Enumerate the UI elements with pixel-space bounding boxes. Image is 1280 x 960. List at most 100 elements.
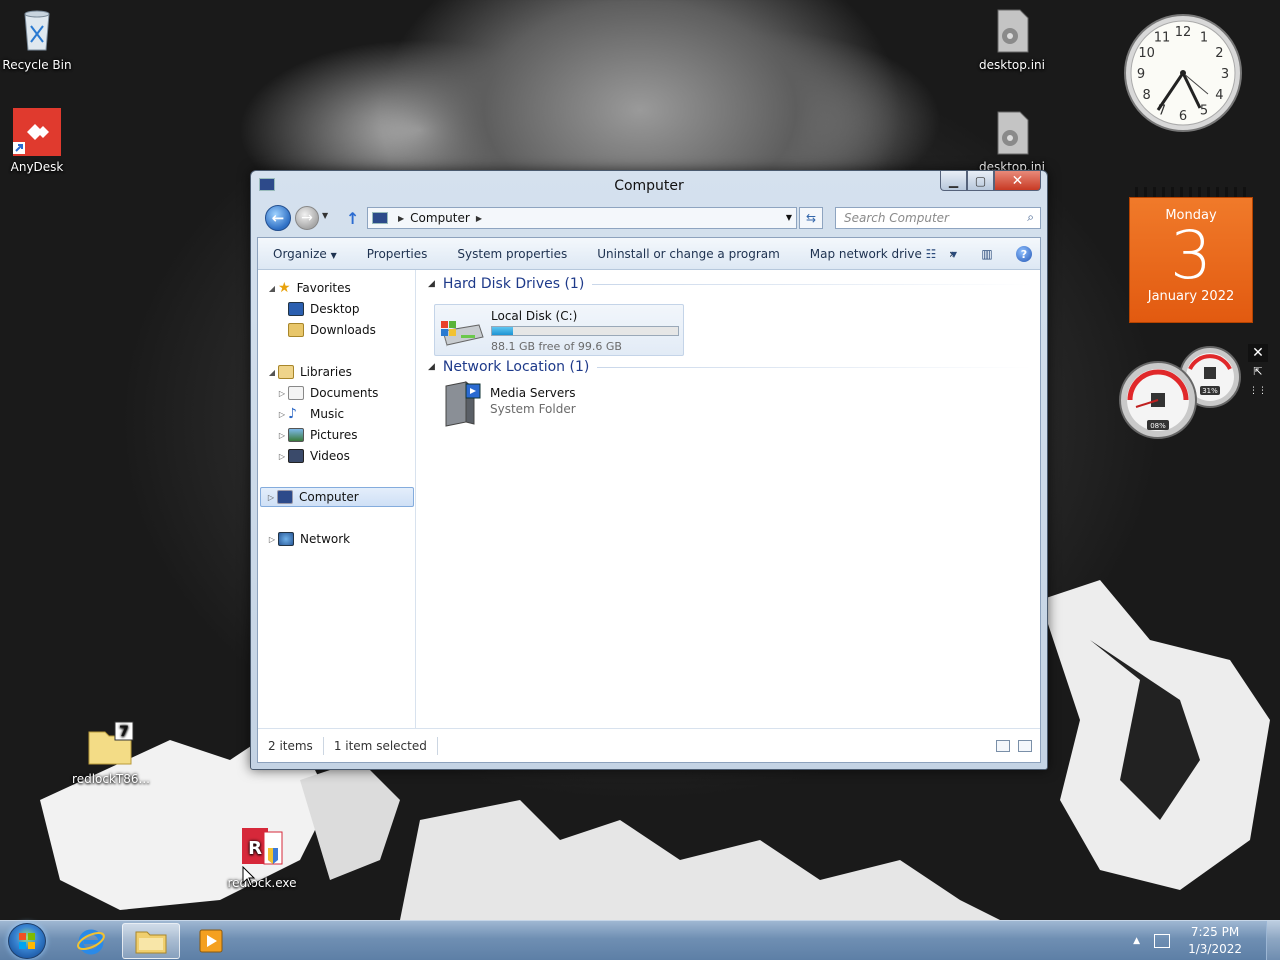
clock-numeral: 3 — [1221, 67, 1229, 82]
group-header-network-location[interactable]: ◢ Network Location (1) — [428, 359, 1032, 375]
calendar-month-year: January 2022 — [1147, 289, 1235, 304]
taskbar-internet-explorer[interactable] — [62, 923, 120, 959]
folder-icon — [135, 931, 167, 954]
tree-item-network[interactable]: ▷ Network — [266, 529, 350, 549]
file-list-pane: ◢ Hard Disk Drives (1) Local Disk (C:) 8… — [424, 270, 1040, 730]
status-item-count: 2 items — [258, 736, 324, 755]
large-icons-view-icon[interactable] — [1018, 740, 1032, 752]
settings-file-icon — [988, 6, 1036, 54]
desktop-icon-label: AnyDesk — [10, 160, 64, 174]
gadget-drag-handle-icon[interactable]: ⋮⋮ — [1248, 382, 1268, 400]
desktop-icon-desktop-ini-2[interactable]: desktop.ini — [972, 108, 1052, 170]
collapse-arrow-icon[interactable]: ▷ — [276, 452, 288, 461]
star-icon: ★ — [278, 280, 291, 296]
expand-arrow-icon[interactable]: ◢ — [266, 284, 278, 293]
internet-explorer-icon — [77, 929, 105, 955]
clock-numeral: 10 — [1138, 46, 1155, 61]
change-view-icon[interactable]: ☷ — [922, 245, 940, 263]
network-status-icon[interactable] — [1154, 934, 1171, 948]
collapse-arrow-icon[interactable]: ▷ — [276, 410, 288, 419]
desktop-icon-label: Recycle Bin — [2, 58, 72, 72]
command-bar: Organize ▼ Properties System properties … — [258, 238, 1040, 270]
calendar-gadget[interactable]: Monday 3 January 2022 — [1129, 187, 1253, 323]
refresh-button[interactable]: ⇆ — [799, 207, 823, 229]
desktop-icon-redlock-zip[interactable]: 7 redlockT86... — [71, 720, 151, 786]
tree-item-favorites[interactable]: ◢ ★ Favorites — [266, 278, 351, 298]
tree-item-computer[interactable]: ▷ Computer — [260, 487, 414, 507]
collapse-arrow-icon[interactable]: ▷ — [276, 389, 288, 398]
up-button[interactable]: ↑ — [346, 209, 359, 228]
taskbar-windows-explorer[interactable] — [122, 923, 180, 959]
taskbar-media-player[interactable] — [182, 923, 240, 959]
collapse-arrow-icon[interactable]: ▷ — [276, 431, 288, 440]
preview-pane-icon[interactable]: ▥ — [978, 245, 996, 263]
desktop-icon-label: desktop.ini — [979, 160, 1045, 170]
tree-item-downloads[interactable]: Downloads — [288, 320, 376, 340]
gadget-close-icon[interactable]: ✕ — [1248, 344, 1268, 362]
back-button[interactable]: ← — [265, 205, 291, 231]
recent-pages-dropdown[interactable]: ▼ — [322, 211, 328, 220]
uninstall-program-button[interactable]: Uninstall or change a program — [582, 247, 795, 261]
show-desktop-button[interactable] — [1266, 921, 1280, 960]
clock-gadget[interactable]: 12 1 2 3 4 5 6 7 8 9 10 11 — [1122, 12, 1244, 134]
cpu-meter-gadget[interactable]: 08% 31% — [1118, 345, 1244, 440]
close-button[interactable]: ✕ — [994, 171, 1041, 191]
properties-button[interactable]: Properties — [352, 247, 443, 261]
media-player-icon — [199, 929, 223, 953]
map-network-drive-button[interactable]: Map network drive — [795, 247, 937, 261]
calendar-day-number: 3 — [1170, 217, 1212, 294]
pictures-icon — [288, 428, 304, 442]
clock-numeral: 2 — [1215, 46, 1223, 61]
address-bar[interactable]: ▶ Computer ▶ ▼ — [367, 207, 797, 229]
window-titlebar[interactable]: Computer ▁ ▢ ✕ — [251, 171, 1047, 201]
collapse-arrow-icon[interactable]: ▷ — [265, 493, 277, 502]
minimize-button[interactable]: ▁ — [940, 171, 967, 191]
tree-item-libraries[interactable]: ◢ Libraries — [266, 362, 352, 382]
desktop-icon-redlock-exe[interactable]: R redlock.exe — [222, 824, 302, 890]
organize-button[interactable]: Organize ▼ — [258, 247, 352, 261]
group-header-hard-disk-drives[interactable]: ◢ Hard Disk Drives (1) — [428, 276, 1032, 292]
collapse-group-icon[interactable]: ◢ — [428, 362, 435, 372]
clock-numeral: 1 — [1200, 31, 1208, 46]
show-hidden-icons-icon[interactable]: ▲ — [1133, 936, 1140, 946]
desktop-icon-label: redlock.exe — [227, 876, 297, 890]
taskbar-clock[interactable]: 7:25 PM 1/3/2022 — [1188, 924, 1242, 958]
maximize-button[interactable]: ▢ — [967, 171, 994, 191]
gadget-resize-icon[interactable]: ⇱ — [1248, 362, 1268, 382]
tree-item-music[interactable]: ▷ ♪ Music — [276, 404, 344, 424]
clock-numeral: 8 — [1142, 88, 1150, 103]
search-input[interactable]: Search Computer ⌕ — [835, 207, 1041, 229]
breadcrumb-chevron-icon[interactable]: ▶ — [398, 214, 404, 223]
calendar-rings — [1135, 187, 1247, 197]
desktop-icon-desktop-ini-1[interactable]: desktop.ini — [972, 6, 1052, 72]
search-icon[interactable]: ⌕ — [1027, 210, 1034, 225]
breadcrumb-computer[interactable]: Computer — [410, 211, 470, 225]
view-options-dropdown-icon[interactable]: ▼ — [950, 245, 958, 263]
help-icon[interactable]: ? — [1016, 246, 1032, 262]
breadcrumb-chevron-icon[interactable]: ▶ — [476, 214, 482, 223]
media-servers-name[interactable]: Media Servers — [490, 386, 575, 400]
drive-usage-fill — [492, 327, 514, 335]
system-properties-button[interactable]: System properties — [442, 247, 582, 261]
redlock-app-icon: R — [238, 824, 286, 872]
tree-item-pictures[interactable]: ▷ Pictures — [276, 425, 358, 445]
tree-item-documents[interactable]: ▷ Documents — [276, 383, 378, 403]
desktop-icon-recycle-bin[interactable]: Recycle Bin — [0, 6, 77, 72]
address-dropdown-icon[interactable]: ▼ — [786, 213, 792, 222]
recycle-bin-icon — [13, 6, 61, 54]
settings-file-icon — [988, 108, 1036, 156]
expand-arrow-icon[interactable]: ◢ — [266, 368, 278, 377]
drive-item-local-disk-c[interactable]: Local Disk (C:) 88.1 GB free of 99.6 GB — [434, 304, 684, 356]
documents-icon — [288, 386, 304, 400]
tree-item-videos[interactable]: ▷ Videos — [276, 446, 350, 466]
collapse-arrow-icon[interactable]: ▷ — [266, 535, 278, 544]
desktop-folder-icon — [288, 302, 304, 316]
navigation-pane: ◢ ★ Favorites Desktop Downloads ◢ Librar… — [258, 270, 416, 730]
desktop-icon-anydesk[interactable]: AnyDesk — [0, 108, 77, 174]
tree-item-desktop[interactable]: Desktop — [288, 299, 360, 319]
start-button[interactable] — [8, 923, 46, 959]
computer-icon — [277, 490, 293, 504]
forward-button[interactable]: → — [295, 206, 319, 230]
collapse-group-icon[interactable]: ◢ — [428, 279, 435, 289]
details-view-icon[interactable] — [996, 740, 1010, 752]
